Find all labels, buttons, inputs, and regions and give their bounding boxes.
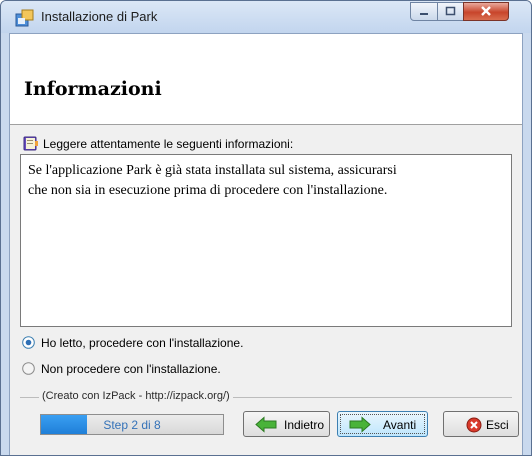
radio-selected-icon[interactable] [22,336,35,349]
info-label: Leggere attentamente le seguenti informa… [43,137,294,151]
radio-accept-label: Ho letto, procedere con l'installazione. [41,336,244,350]
maximize-icon [445,6,456,16]
header-panel: Informazioni [10,34,522,125]
installer-content: Informazioni Leggere attentamente le seg… [9,33,523,455]
info-text-line: che non sia in esecuzione prima di proce… [28,183,388,198]
book-icon [23,136,38,151]
title-bar[interactable]: Installazione di Park [1,1,531,33]
arrow-right-icon [349,416,371,433]
stop-icon [466,417,482,433]
maximize-button[interactable] [437,2,464,21]
minimize-icon [420,13,428,15]
next-button[interactable]: Avanti [337,411,428,437]
installer-window: Installazione di Park Informazioni Legge… [0,0,532,456]
page-title: Informazioni [24,78,162,100]
izpack-credit: (Creato con IzPack - http://izpack.org/) [39,390,233,402]
close-button[interactable] [463,2,509,21]
close-icon [481,6,491,16]
radio-decline-label: Non procedere con l'installazione. [41,362,221,376]
quit-button-label: Esci [486,418,509,432]
back-button-label: Indietro [284,418,325,432]
next-button-label: Avanti [383,418,417,432]
radio-unselected-icon[interactable] [22,362,35,375]
info-text-line: Se l'applicazione Park è già stata insta… [28,163,397,178]
step-progress-bar: Step 2 di 8 [40,414,224,435]
window-title: Installazione di Park [41,9,158,24]
minimize-button[interactable] [410,2,438,21]
quit-button[interactable]: Esci [443,411,519,437]
back-button[interactable]: Indietro [243,411,330,437]
installer-app-icon [15,9,34,27]
arrow-left-icon [255,416,277,433]
progress-text: Step 2 di 8 [103,418,161,432]
info-text-area[interactable]: Se l'applicazione Park è già stata insta… [20,154,512,327]
